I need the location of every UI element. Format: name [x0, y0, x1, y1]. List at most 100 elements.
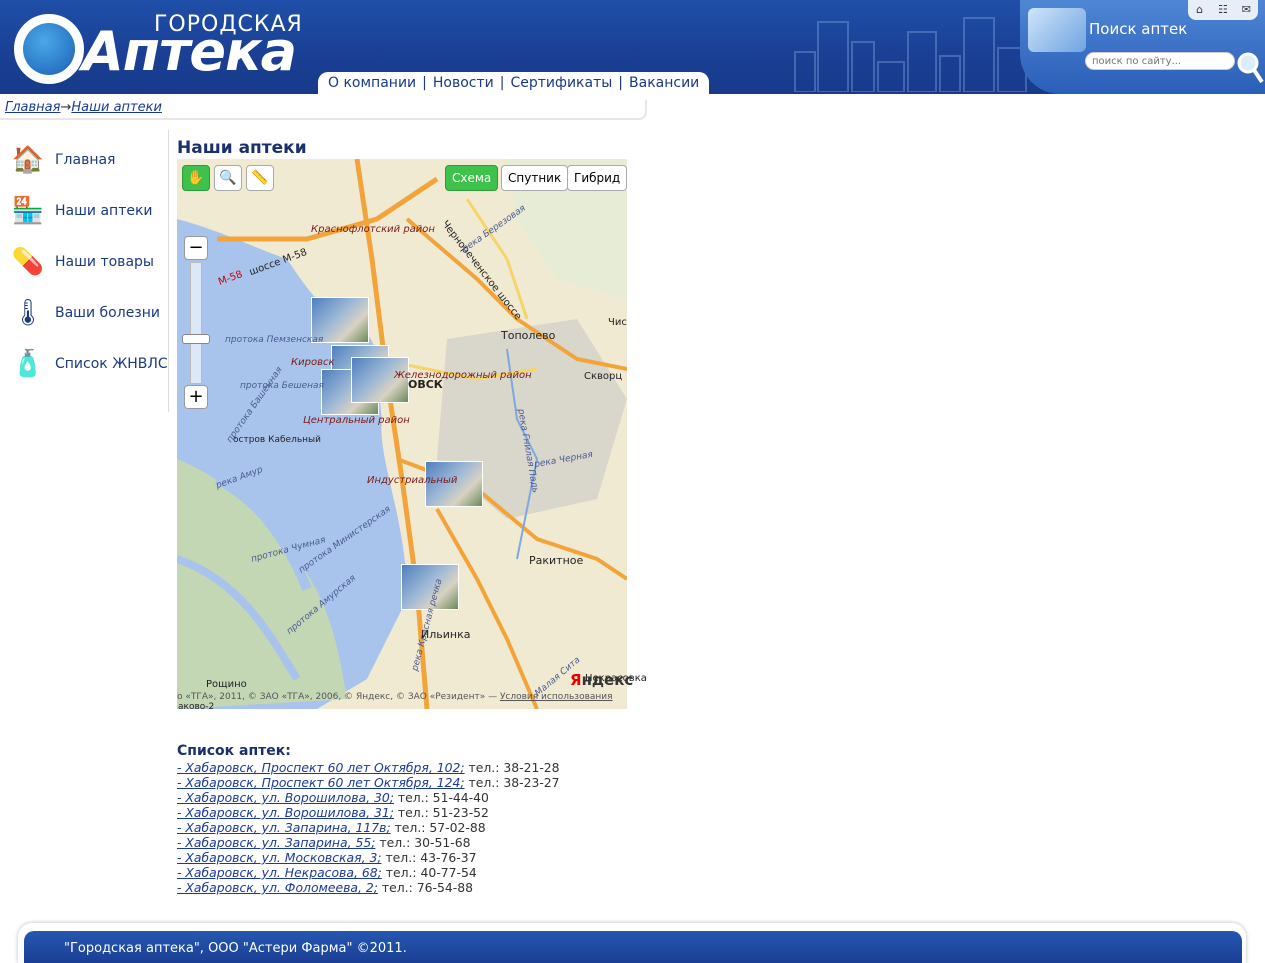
- map-label: аково-2: [178, 702, 215, 712]
- pharmacy-phone: тел.: 38-23-27: [468, 775, 560, 790]
- pharmacy-phone: тел.: 57-02-88: [394, 820, 486, 835]
- sidebar-item-products[interactable]: 💊 Наши товары: [10, 240, 168, 284]
- map-label: Индустриальный: [367, 475, 458, 486]
- sidebar-item-drug-list[interactable]: 🧴 Список ЖНВЛС: [10, 342, 168, 386]
- map-label: Тополево: [501, 329, 556, 342]
- home-icon[interactable]: ⌂: [1193, 4, 1207, 16]
- pharmacy-phone: тел.: 38-21-28: [468, 760, 560, 775]
- map-label: Скворц: [584, 371, 623, 382]
- map-label: Ильинка: [421, 628, 471, 641]
- ruler-icon: 📏: [251, 170, 269, 186]
- map-label: Рощино: [206, 679, 247, 690]
- sidebar-item-pharmacies[interactable]: 🏪 Наши аптеки: [10, 189, 168, 233]
- map-label: Центральный район: [303, 415, 410, 426]
- pharmacy-phone: тел.: 30-51-68: [379, 835, 471, 850]
- zoom-out-button[interactable]: −: [184, 236, 208, 260]
- page-title: Наши аптеки: [177, 138, 307, 158]
- pharmacy-phone: тел.: 51-44-40: [397, 790, 489, 805]
- map-label: Кировск: [291, 357, 335, 368]
- map-label: Краснофлотский район: [311, 224, 435, 235]
- pharmacy-address-link[interactable]: - Хабаровск, ул. Фоломеева, 2;: [177, 880, 378, 895]
- pharmacy-address-link[interactable]: - Хабаровск, Проспект 60 лет Октября, 10…: [177, 760, 465, 775]
- sidebar-item-label: Главная: [55, 152, 116, 168]
- nav-news[interactable]: Новости: [433, 75, 494, 91]
- hand-icon: ✋: [187, 170, 205, 186]
- map-label: остров Кабельный: [233, 435, 321, 445]
- zoom-area-icon: 🔍: [219, 170, 237, 186]
- sidebar-item-label: Наши аптеки: [55, 203, 153, 219]
- utility-icons: ⌂ ☷ ✉: [1188, 0, 1258, 20]
- logo-emblem-icon: [14, 14, 84, 84]
- nav-about[interactable]: О компании: [328, 75, 416, 91]
- list-item: - Хабаровск, ул. Ворошилова, 31; тел.: 5…: [177, 805, 560, 820]
- site-footer: "Городская аптека", ООО "Астери Фарма" ©…: [24, 931, 1242, 963]
- list-item: - Хабаровск, Проспект 60 лет Октября, 10…: [177, 760, 560, 775]
- breadcrumb-current[interactable]: Наши аптеки: [71, 100, 162, 115]
- sidebar-item-label: Список ЖНВЛС: [55, 356, 168, 372]
- magnifier-icon: [1237, 52, 1264, 84]
- breadcrumb: Главная→Наши аптеки: [0, 100, 647, 120]
- sidebar-item-home[interactable]: 🏠 Главная: [10, 138, 168, 182]
- list-item: - Хабаровск, Проспект 60 лет Октября, 12…: [177, 775, 560, 790]
- sidebar-item-label: Ваши болезни: [55, 305, 160, 321]
- map-copyright: о «ТГА», 2011, © ЗАО «ТГА», 2006, © Янде…: [177, 692, 613, 702]
- zoom-area-tool-button[interactable]: 🔍: [214, 165, 242, 191]
- pharmacy-phone: тел.: 43-76-37: [385, 850, 477, 865]
- pills-icon: 💊: [11, 247, 45, 277]
- search-title: Поиск аптек: [1089, 20, 1188, 38]
- pharmacy-phone: тел.: 51-23-52: [397, 805, 489, 820]
- sidebar-item-diseases[interactable]: 🌡 Ваши болезни: [10, 291, 168, 335]
- terms-link[interactable]: Условия использования: [500, 692, 613, 702]
- list-item: - Хабаровск, ул. Запарина, 55; тел.: 30-…: [177, 835, 560, 850]
- nav-vacancies[interactable]: Вакансии: [629, 75, 699, 91]
- list-item: - Хабаровск, ул. Запарина, 117в; тел.: 5…: [177, 820, 560, 835]
- map-label: ОВСК: [408, 378, 443, 391]
- map-label: Чис: [608, 317, 627, 328]
- pharmacy-address-link[interactable]: - Хабаровск, ул. Ворошилова, 31;: [177, 805, 394, 820]
- sidebar-item-label: Наши товары: [55, 254, 154, 270]
- pharmacy-address-link[interactable]: - Хабаровск, ул. Ворошилова, 30;: [177, 790, 394, 805]
- minus-icon: −: [188, 237, 204, 258]
- city-skyline-graphic: [794, 17, 1027, 92]
- pharmacy-address-link[interactable]: - Хабаровск, ул. Запарина, 55;: [177, 835, 375, 850]
- pharmacy-address-link[interactable]: - Хабаровск, ул. Московская, 3;: [177, 850, 382, 865]
- breadcrumb-home[interactable]: Главная: [5, 100, 60, 115]
- yandex-logo: Яндекс: [570, 671, 634, 689]
- pharmacy-phone: тел.: 76-54-88: [381, 880, 473, 895]
- map-type-hybrid[interactable]: Гибрид: [567, 165, 628, 191]
- pharmacy-list: - Хабаровск, Проспект 60 лет Октября, 10…: [177, 760, 560, 895]
- plus-icon: +: [188, 386, 204, 407]
- zoom-in-button[interactable]: +: [184, 385, 208, 409]
- pan-tool-button[interactable]: ✋: [182, 165, 210, 191]
- pharmacy-address-link[interactable]: - Хабаровск, ул. Запарина, 117в;: [177, 820, 391, 835]
- ruler-tool-button[interactable]: 📏: [246, 165, 274, 191]
- sitemap-icon[interactable]: ☷: [1216, 4, 1230, 16]
- zoom-slider-track[interactable]: [190, 262, 202, 384]
- pharmacy-store-icon: 🏪: [11, 196, 45, 226]
- logo-big-text: Аптека: [82, 20, 297, 83]
- pharmacy-map[interactable]: [177, 159, 627, 709]
- nav-certificates[interactable]: Сертификаты: [510, 75, 612, 91]
- house-icon: 🏠: [11, 145, 45, 175]
- zoom-slider-handle[interactable]: [182, 334, 210, 344]
- medicine-bottles-icon: 🧴: [11, 349, 45, 379]
- pharmacy-phone: тел.: 40-77-54: [385, 865, 477, 880]
- map-type-scheme[interactable]: Схема: [445, 165, 499, 191]
- mail-icon[interactable]: ✉: [1239, 4, 1253, 16]
- pharmacy-address-link[interactable]: - Хабаровск, Проспект 60 лет Октября, 12…: [177, 775, 465, 790]
- pharmacy-list-title: Список аптек:: [177, 743, 291, 759]
- pharmacy-address-link[interactable]: - Хабаровск, ул. Некрасова, 68;: [177, 865, 382, 880]
- map-label: протока Пемзенская: [225, 335, 324, 345]
- russia-map-icon: [1028, 8, 1086, 52]
- list-item: - Хабаровск, ул. Фоломеева, 2; тел.: 76-…: [177, 880, 560, 895]
- search-button[interactable]: [1236, 50, 1264, 84]
- map-canvas: [177, 159, 627, 709]
- thermometer-icon: 🌡: [11, 298, 45, 328]
- footer-copyright: "Городская аптека", ООО "Астери Фарма" ©…: [64, 941, 407, 956]
- map-type-satellite[interactable]: Спутник: [501, 165, 569, 191]
- map-label: Ракитное: [529, 554, 584, 567]
- sidebar: 🏠 Главная 🏪 Наши аптеки 💊 Наши товары 🌡 …: [10, 130, 169, 412]
- map-label: протока Бешеная: [240, 381, 324, 391]
- search-input[interactable]: [1085, 52, 1235, 70]
- list-item: - Хабаровск, ул. Московская, 3; тел.: 43…: [177, 850, 560, 865]
